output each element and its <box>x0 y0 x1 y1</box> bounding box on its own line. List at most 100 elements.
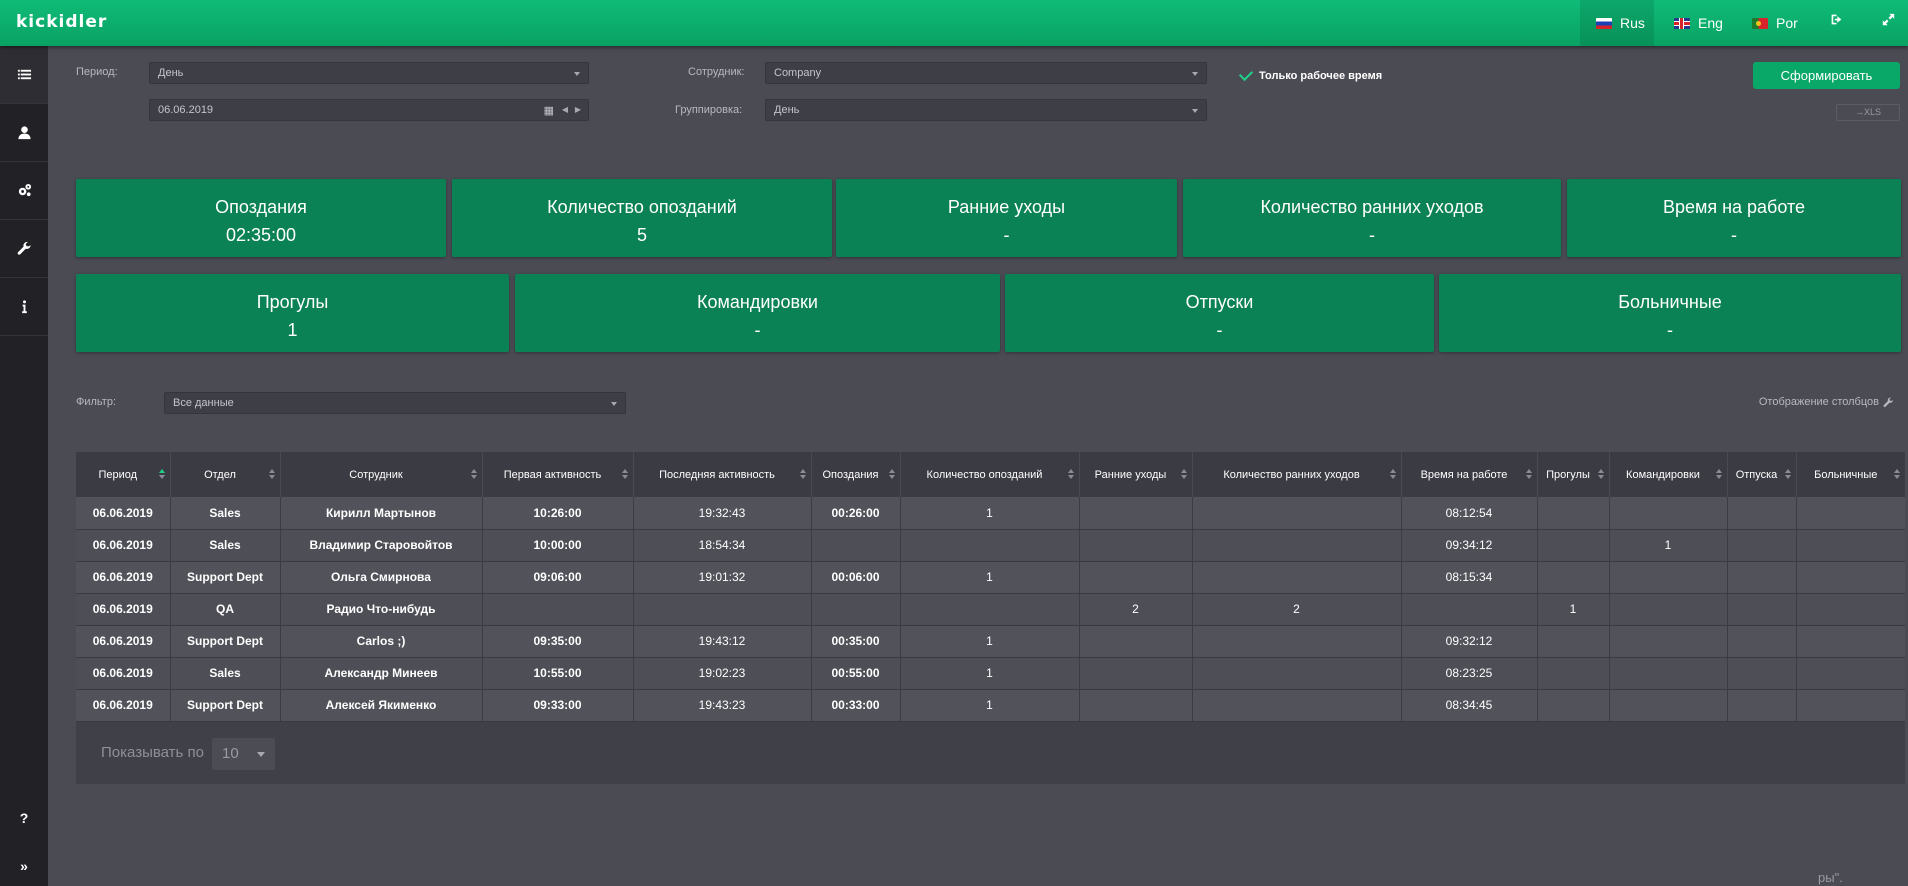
logout-icon[interactable] <box>1830 13 1843 30</box>
table-cell: 1 <box>900 561 1080 594</box>
table-cell <box>1796 657 1905 690</box>
chevron-down-icon <box>574 72 580 76</box>
filter-select[interactable]: Все данные <box>164 392 626 414</box>
grouping-select[interactable]: День <box>765 99 1207 121</box>
date-input[interactable]: 06.06.2019 ▦ ◀ ▶ <box>149 99 589 121</box>
employee-select[interactable]: Company <box>765 62 1207 84</box>
prev-day-icon[interactable]: ◀ <box>562 105 568 114</box>
column-header[interactable]: Прогулы <box>1537 452 1610 497</box>
table-row[interactable]: 06.06.2019 Support Dept Ольга Смирнова 09:0… <box>76 561 1905 594</box>
sort-icon <box>621 469 628 480</box>
column-header[interactable]: Количество ранних уходов <box>1192 452 1402 497</box>
chevron-down-icon <box>1192 109 1198 113</box>
column-header[interactable]: Больничные <box>1796 452 1905 497</box>
lang-eng-button[interactable]: Eng <box>1654 0 1728 46</box>
chevron-down-icon <box>611 402 617 406</box>
table-cell: Ольга Смирнова <box>280 561 483 594</box>
column-header[interactable]: Сотрудник <box>280 452 483 497</box>
table-cell: 2 <box>1079 593 1193 626</box>
sort-icon <box>1715 469 1722 480</box>
sidebar-item-tools[interactable] <box>0 220 48 278</box>
stat-card-value: - <box>1667 320 1673 340</box>
user-icon <box>17 126 31 140</box>
sort-icon <box>1597 469 1604 480</box>
wrench-icon <box>1883 397 1893 407</box>
table-row[interactable]: 06.06.2019 Support Dept Алексей Якименко 09… <box>76 689 1905 722</box>
table-cell <box>1796 529 1905 562</box>
help-icon[interactable]: ? <box>0 803 48 833</box>
table-cell: Кирилл Мартынов <box>280 497 483 530</box>
table-cell: 10:26:00 <box>482 497 634 530</box>
table-cell: 1 <box>900 625 1080 658</box>
table-cell: 19:43:12 <box>633 625 812 658</box>
column-header[interactable]: Время на работе <box>1401 452 1538 497</box>
table-cell: Support Dept <box>170 689 281 722</box>
table-cell: 09:32:12 <box>1401 625 1538 658</box>
stat-card-absences: Прогулы 1 <box>76 274 509 352</box>
sidebar-item-info[interactable] <box>0 278 48 336</box>
table-cell: 08:12:54 <box>1401 497 1538 530</box>
sidebar-item-users[interactable] <box>0 104 48 162</box>
table-row[interactable]: 06.06.2019 Sales Кирилл Мартынов 10:26:00 19… <box>76 497 1905 530</box>
expand-icon[interactable]: » <box>0 851 48 881</box>
sort-icon <box>158 469 165 480</box>
column-header[interactable]: Последняя активность <box>633 452 812 497</box>
table-cell <box>1192 529 1402 562</box>
table-cell <box>900 593 1080 626</box>
next-day-icon[interactable]: ▶ <box>575 105 581 114</box>
column-header[interactable]: Опоздания <box>811 452 901 497</box>
calendar-icon[interactable]: ▦ <box>544 104 554 117</box>
sidebar-item-reports[interactable] <box>0 46 48 104</box>
page-size-select[interactable]: 10 <box>212 738 275 770</box>
table-cell <box>1192 497 1402 530</box>
table-cell <box>1079 497 1193 530</box>
table-cell <box>1796 689 1905 722</box>
table-cell: 10:00:00 <box>482 529 634 562</box>
table-cell: Александр Минеев <box>280 657 483 690</box>
table-cell <box>1537 529 1610 562</box>
export-xls-button[interactable]: →XLS <box>1836 104 1900 121</box>
table-row[interactable]: 06.06.2019 Sales Александр Минеев 10:55:00 1… <box>76 657 1905 690</box>
table-cell: Sales <box>170 529 281 562</box>
table-cell <box>1537 497 1610 530</box>
table-cell: Carlos ;) <box>280 625 483 658</box>
filter-label: Фильтр: <box>76 396 117 408</box>
list-icon <box>17 69 31 80</box>
fullscreen-icon[interactable] <box>1882 13 1895 30</box>
column-header[interactable]: Количество опозданий <box>900 452 1080 497</box>
table-cell: 06.06.2019 <box>76 657 171 690</box>
column-header[interactable]: Ранние уходы <box>1079 452 1193 497</box>
employee-label: Сотрудник: <box>688 66 745 78</box>
generate-button[interactable]: Сформировать <box>1753 62 1900 89</box>
date-value: 06.06.2019 <box>158 104 214 116</box>
stat-card-sick-leaves: Больничные - <box>1439 274 1901 352</box>
column-header[interactable]: Отпуска <box>1727 452 1797 497</box>
filter-value: Все данные <box>173 397 234 409</box>
table-cell: Владимир Старовойтов <box>280 529 483 562</box>
lang-rus-button[interactable]: Rus <box>1580 0 1654 46</box>
period-select[interactable]: День <box>149 62 589 84</box>
working-time-checkbox[interactable]: Только рабочее время <box>1238 66 1382 82</box>
table-cell: 06.06.2019 <box>76 529 171 562</box>
table-cell <box>1079 689 1193 722</box>
table-cell <box>1727 593 1797 626</box>
sidebar-item-settings[interactable] <box>0 162 48 220</box>
table-row[interactable]: 06.06.2019 QA Радио Что-нибудь 2 2 1 <box>76 593 1905 626</box>
table-cell <box>1727 497 1797 530</box>
table-cell: Алексей Якименко <box>280 689 483 722</box>
lang-por-button[interactable]: Por <box>1728 0 1802 46</box>
table-cell <box>1537 625 1610 658</box>
columns-display-button[interactable]: Отображение столбцов <box>1759 396 1894 408</box>
stat-card-lateness-count: Количество опозданий 5 <box>452 179 832 257</box>
table-row[interactable]: 06.06.2019 Sales Владимир Старовойтов 10:00… <box>76 529 1905 562</box>
table-row[interactable]: 06.06.2019 Support Dept Carlos ;) 09:35:00 1… <box>76 625 1905 658</box>
uk-flag-icon <box>1674 17 1690 29</box>
column-header[interactable]: Командировки <box>1609 452 1728 497</box>
chevron-down-icon <box>1192 72 1198 76</box>
column-header[interactable]: Период <box>76 452 171 497</box>
column-header[interactable]: Отдел <box>170 452 281 497</box>
table-cell: Sales <box>170 497 281 530</box>
column-header[interactable]: Первая активность <box>482 452 634 497</box>
table-cell <box>811 593 901 626</box>
table-cell <box>1537 689 1610 722</box>
